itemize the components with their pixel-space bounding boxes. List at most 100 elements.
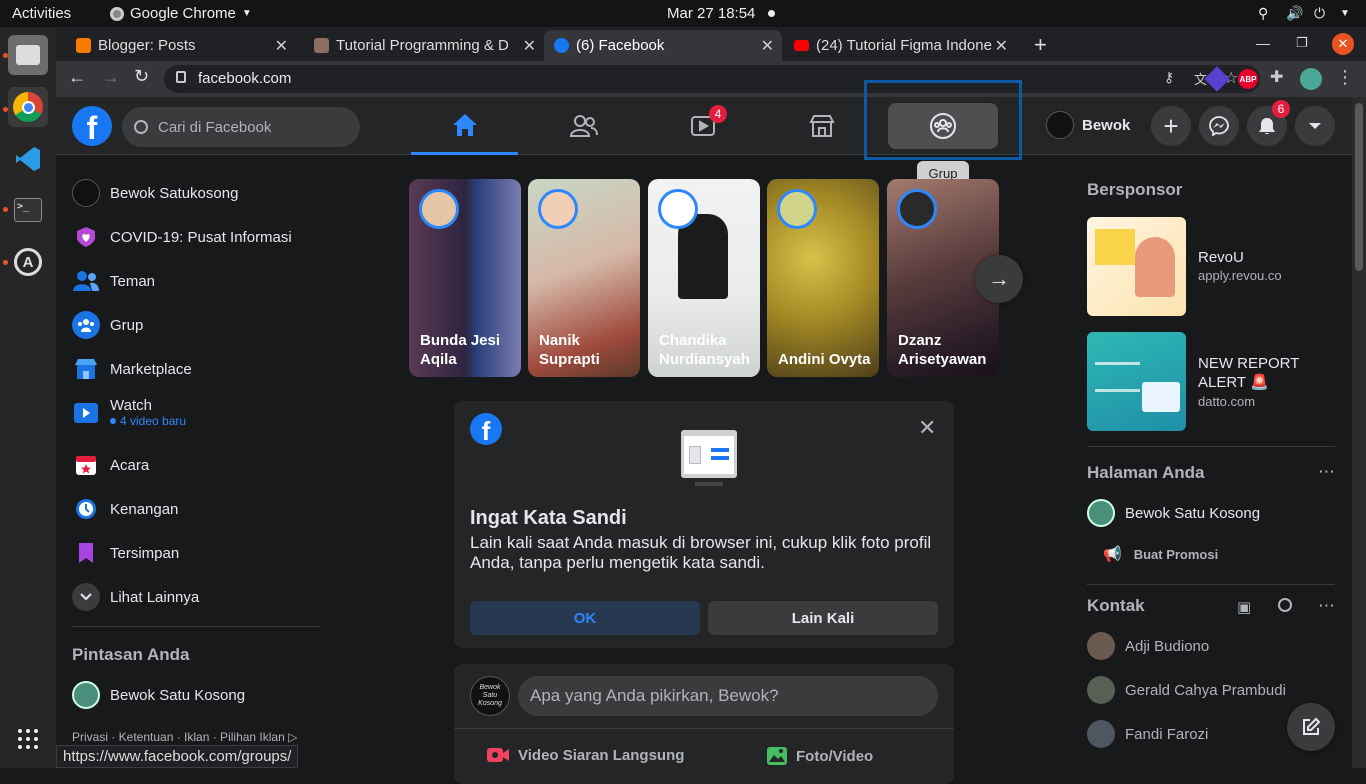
create-promotion-button[interactable]: 📢 Buat Promosi (1103, 545, 1218, 563)
network-icon[interactable]: ⚲ (1258, 5, 1268, 22)
bell-icon (1259, 118, 1275, 135)
compose-icon (1303, 717, 1321, 735)
composer-avatar[interactable]: Bewok Satu Kosong (470, 676, 510, 716)
address-bar[interactable]: facebook.com ⚷ 文 ☆ (164, 65, 1260, 93)
tab-facebook[interactable]: (6) Facebook ✕ (544, 30, 782, 61)
clock[interactable]: Mar 27 18:54 (667, 5, 755, 22)
search-contacts-icon[interactable] (1278, 598, 1292, 612)
marketplace-icon (808, 115, 835, 137)
files-icon[interactable] (8, 35, 48, 75)
new-tab-icon[interactable]: + (1034, 32, 1047, 58)
avatar (1046, 111, 1074, 139)
composer-input[interactable]: Apa yang Anda pikirkan, Bewok? (518, 676, 938, 716)
messenger-button[interactable] (1199, 106, 1239, 146)
contact-item[interactable]: Fandi Farozi (1087, 720, 1208, 748)
ok-button[interactable]: OK (470, 601, 700, 635)
create-button[interactable]: + (1151, 106, 1191, 146)
chrome-menu-icon[interactable]: ⋮ (1336, 67, 1354, 88)
close-icon[interactable]: ✕ (918, 415, 936, 441)
ad-datto[interactable]: NEW REPORT ALERT 🚨 datto.com (1087, 331, 1339, 431)
friends-icon (569, 115, 598, 137)
tab-youtube[interactable]: (24) Tutorial Figma Indone ✕ (794, 30, 1016, 61)
remember-password-dialog: f ✕ Ingat Kata Sandi Lain kali saat Anda… (454, 401, 954, 648)
app-menu[interactable]: Google Chrome ▼ (110, 5, 252, 22)
sidebar-item-memories[interactable]: Kenangan (72, 489, 178, 529)
account-menu-button[interactable] (1295, 106, 1335, 146)
sidebar-item-events[interactable]: Acara (72, 445, 149, 485)
nav-home-tab[interactable] (411, 97, 518, 155)
close-tab-icon[interactable]: ✕ (275, 36, 288, 56)
video-call-icon[interactable]: ▣ (1237, 598, 1251, 616)
nav-marketplace-tab[interactable] (768, 97, 875, 155)
scrollbar-thumb[interactable] (1355, 103, 1363, 271)
nav-friends-tab[interactable] (530, 97, 637, 155)
story-card[interactable]: Chandika Nurdiansyah (648, 179, 760, 377)
contacts-more-icon[interactable]: ⋯ (1318, 596, 1335, 616)
adblock-plus-icon[interactable]: ABP (1238, 69, 1258, 89)
shortcut-item[interactable]: Bewok Satu Kosong (72, 675, 245, 715)
nav-watch-tab[interactable]: 4 (649, 97, 756, 155)
search-input[interactable]: Cari di Facebook (122, 107, 360, 147)
stories-next-arrow-icon[interactable]: → (975, 255, 1023, 303)
sidebar-item-watch[interactable]: Watch 4 video baru (72, 393, 186, 437)
software-updater-icon[interactable]: A (8, 242, 48, 282)
ubuntu-dock: >_ A (0, 27, 56, 768)
megaphone-icon: 📢 (1103, 546, 1122, 563)
power-icon[interactable]: ⏻ (1314, 5, 1325, 22)
story-card[interactable]: Andini Ovyta (767, 179, 879, 377)
profile-avatar-icon[interactable] (1300, 68, 1322, 90)
minimize-icon[interactable]: — (1256, 35, 1270, 51)
blogger-favicon-icon (76, 38, 91, 53)
chrome-icon[interactable] (8, 87, 48, 127)
tab-blogger[interactable]: Blogger: Posts ✕ (76, 30, 296, 61)
activities-button[interactable]: Activities (12, 5, 71, 22)
close-tab-icon[interactable]: ✕ (761, 36, 774, 56)
notifications-button[interactable]: 6 (1247, 100, 1290, 146)
reload-icon[interactable]: ↻ (134, 66, 149, 87)
tab-tutorial-programming[interactable]: Tutorial Programming & D ✕ (314, 30, 544, 61)
later-button[interactable]: Lain Kali (708, 601, 938, 635)
sidebar-item-marketplace[interactable]: Marketplace (72, 349, 192, 389)
forward-icon[interactable]: → (102, 67, 120, 88)
terminal-icon[interactable]: >_ (8, 190, 48, 230)
sidebar-item-groups[interactable]: Grup (72, 305, 143, 345)
contact-item[interactable]: Adji Budiono (1087, 632, 1209, 660)
live-video-button[interactable]: Video Siaran Langsung (486, 746, 684, 764)
close-window-icon[interactable]: ✕ (1332, 33, 1354, 55)
sidebar-item-friends[interactable]: Teman (72, 261, 155, 301)
status-url: https://www.facebook.com/groups/ (56, 745, 299, 768)
search-icon (134, 120, 148, 134)
extensions-puzzle-icon[interactable]: ✚ (1270, 67, 1283, 87)
show-apps-icon[interactable] (8, 719, 48, 759)
sidebar-item-see-more[interactable]: Lihat Lainnya (72, 577, 199, 617)
volume-icon[interactable]: 🔊 (1286, 5, 1303, 22)
chrome-tab-bar: Blogger: Posts ✕ Tutorial Programming & … (56, 27, 1366, 61)
sidebar-item-saved[interactable]: Tersimpan (72, 533, 179, 573)
facebook-logo-icon[interactable]: f (72, 106, 112, 146)
divider (1087, 446, 1335, 447)
story-card[interactable]: Nanik Suprapti (528, 179, 640, 377)
gnome-top-bar: Activities Google Chrome ▼ Mar 27 18:54 … (0, 0, 1366, 27)
profile-shortcut[interactable]: Bewok (1046, 111, 1130, 139)
pages-more-icon[interactable]: ⋯ (1318, 462, 1335, 482)
footer-links[interactable]: Privasi · Ketentuan · Iklan · Pilihan Ik… (72, 730, 297, 744)
divider (1087, 584, 1335, 585)
story-card[interactable]: Bunda Jesi Aqila (409, 179, 521, 377)
close-tab-icon[interactable]: ✕ (523, 36, 536, 56)
photo-video-button[interactable]: Foto/Video (766, 746, 873, 766)
close-tab-icon[interactable]: ✕ (995, 36, 1008, 56)
page-item[interactable]: Bewok Satu Kosong (1087, 499, 1260, 527)
ad-revou[interactable]: RevoU apply.revou.co (1087, 216, 1339, 316)
vscode-icon[interactable] (8, 139, 48, 179)
live-video-icon (487, 748, 509, 762)
new-message-button[interactable] (1287, 703, 1335, 751)
sidebar-item-profile[interactable]: Bewok Satukosong (72, 173, 238, 213)
restore-icon[interactable]: ❐ (1296, 35, 1308, 51)
contact-item[interactable]: Gerald Cahya Prambudi (1087, 676, 1286, 704)
facebook-favicon-icon (554, 38, 569, 53)
sidebar-item-covid[interactable]: COVID-19: Pusat Informasi (72, 217, 292, 257)
system-menu-caret-icon[interactable]: ▼ (1340, 8, 1350, 19)
key-icon[interactable]: ⚷ (1164, 69, 1174, 86)
page-scrollbar[interactable] (1352, 97, 1366, 768)
back-icon[interactable]: ← (68, 67, 86, 88)
